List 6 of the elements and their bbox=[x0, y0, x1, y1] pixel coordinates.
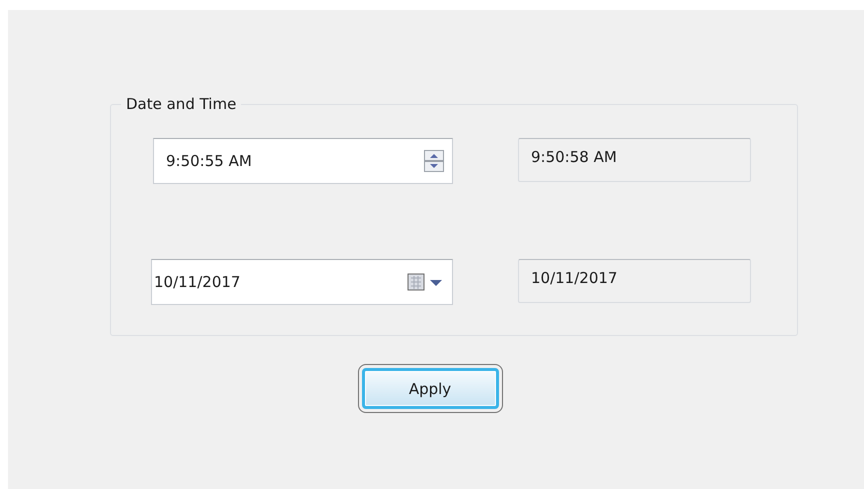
date-picker[interactable]: 10/11/2017 bbox=[151, 259, 453, 305]
time-picker[interactable]: 9:50:55 AM bbox=[153, 138, 453, 184]
date-readout: 10/11/2017 bbox=[518, 259, 751, 303]
calendar-dropdown-icon[interactable] bbox=[406, 272, 444, 292]
time-readout: 9:50:58 AM bbox=[518, 138, 751, 182]
spinner-icon[interactable] bbox=[424, 150, 444, 172]
